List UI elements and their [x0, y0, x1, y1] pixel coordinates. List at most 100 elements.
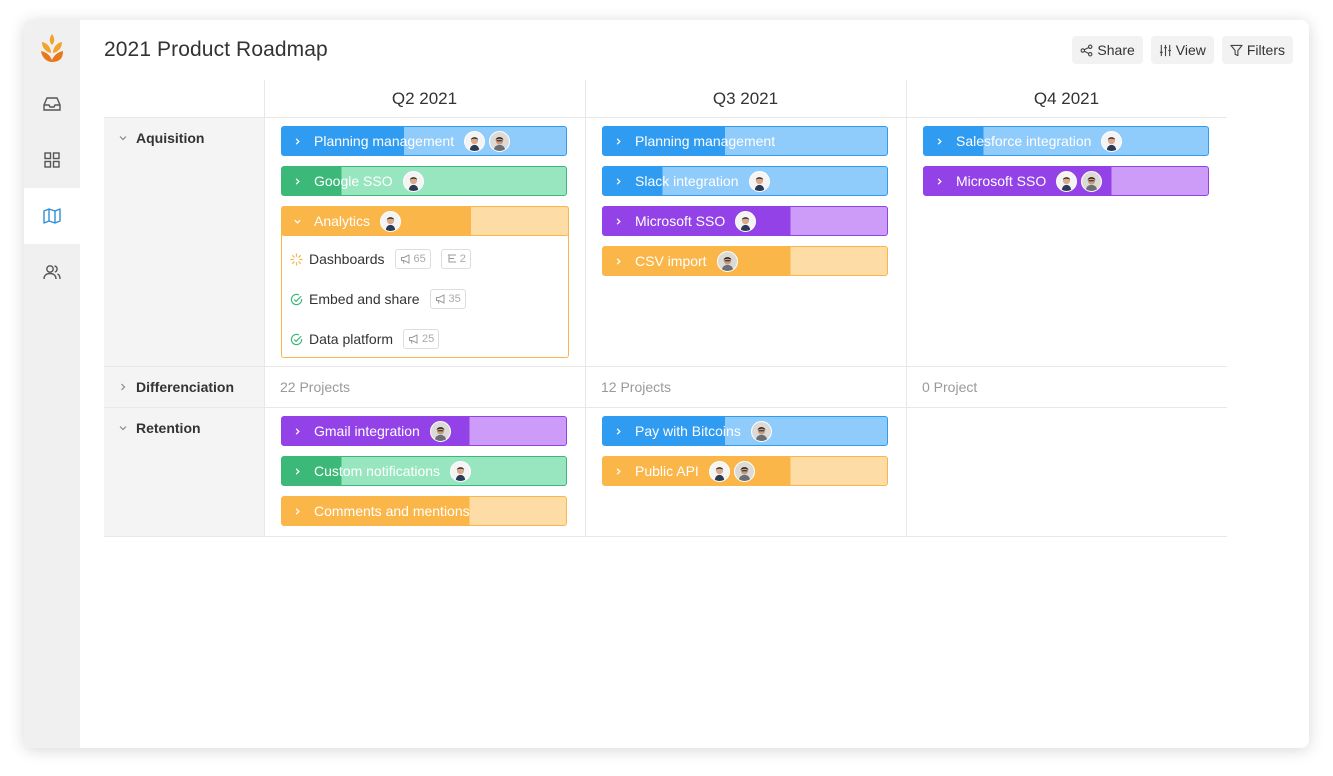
avatar	[464, 130, 486, 152]
check-circle-icon	[290, 333, 303, 345]
in-progress-icon	[290, 252, 303, 266]
subtask-icon	[447, 254, 456, 263]
votes-badge: 25	[403, 329, 440, 349]
card-title: Google SSO	[314, 173, 393, 189]
share-icon	[1080, 44, 1093, 56]
chevron-right-icon	[282, 137, 312, 146]
roadmap-card[interactable]: Public API	[602, 456, 888, 486]
project-count: 0 Project	[922, 379, 978, 395]
card-title: Custom notifications	[314, 463, 441, 479]
avatar	[733, 460, 755, 482]
avatar	[748, 170, 770, 192]
group-label-text: Retention	[136, 420, 201, 436]
filter-icon	[1230, 44, 1243, 56]
list-item[interactable]: Data platform 25	[290, 329, 440, 349]
avatar	[1081, 170, 1103, 192]
card-title: CSV import	[635, 253, 707, 269]
links-count: 2	[459, 253, 466, 265]
roadmap-card[interactable]: Custom notifications	[281, 456, 567, 486]
chevron-down-icon	[119, 426, 127, 431]
list-item[interactable]: Embed and share 35	[290, 289, 466, 309]
group-label-text: Differenciation	[136, 379, 235, 395]
votes-badge: 35	[429, 289, 466, 309]
roadmap-card[interactable]: Analytics	[281, 206, 569, 236]
chevron-down-icon	[282, 217, 312, 226]
avatar	[750, 420, 772, 442]
votes-count: 65	[413, 253, 426, 265]
group-aquisition[interactable]: Aquisition	[118, 130, 204, 146]
roadmap-card[interactable]: Microsoft SSO	[602, 206, 888, 236]
app-window: 2021 Product Roadmap Share View Filters …	[24, 20, 1309, 748]
avatar	[402, 170, 424, 192]
chevron-right-icon	[603, 257, 633, 266]
toolbar: Share View Filters	[1072, 36, 1293, 64]
sliders-icon	[1159, 44, 1171, 56]
map-icon[interactable]	[24, 188, 80, 244]
votes-badge: 65	[394, 249, 431, 269]
chevron-right-icon	[121, 383, 126, 391]
filters-label: Filters	[1246, 42, 1285, 58]
view-button[interactable]: View	[1150, 36, 1214, 64]
roadmap-card[interactable]: Gmail integration	[281, 416, 567, 446]
view-label: View	[1175, 42, 1206, 58]
row-label-column	[104, 118, 264, 536]
divider	[104, 366, 1227, 367]
column-header-q4: Q4 2021	[1033, 89, 1100, 108]
avatar	[380, 210, 402, 232]
card-title: Pay with Bitcoins	[635, 423, 741, 439]
links-badge: 2	[440, 249, 471, 269]
card-title: Salesforce integration	[956, 133, 1092, 149]
chevron-right-icon	[603, 137, 633, 146]
roadmap-card[interactable]: Planning management	[602, 126, 888, 156]
chevron-right-icon	[924, 177, 954, 186]
check-circle-icon	[290, 293, 303, 305]
chevron-right-icon	[282, 177, 312, 186]
votes-count: 35	[448, 293, 461, 305]
roadmap-card[interactable]: Google SSO	[281, 166, 567, 196]
project-count: 12 Projects	[601, 379, 672, 395]
main-area: 2021 Product Roadmap Share View Filters …	[80, 20, 1309, 748]
avatar	[429, 420, 451, 442]
column-header-q3: Q3 2021	[712, 89, 779, 108]
divider	[104, 117, 1227, 118]
share-button[interactable]: Share	[1072, 36, 1143, 64]
inbox-icon[interactable]	[24, 76, 80, 132]
roadmap-card[interactable]: Microsoft SSO	[923, 166, 1209, 196]
avatar	[1101, 130, 1123, 152]
card-title: Microsoft SSO	[956, 173, 1047, 189]
share-label: Share	[1097, 42, 1135, 58]
avatar	[489, 130, 511, 152]
divider	[906, 80, 907, 536]
roadmap-card[interactable]: Salesforce integration	[923, 126, 1209, 156]
grid-icon[interactable]	[24, 132, 80, 188]
group-retention[interactable]: Retention	[118, 420, 201, 436]
card-title: Gmail integration	[314, 423, 420, 439]
roadmap-card[interactable]: Planning management	[281, 126, 567, 156]
avatar	[708, 460, 730, 482]
avatar	[735, 210, 757, 232]
logo-icon[interactable]	[38, 32, 66, 64]
roadmap-card[interactable]: Slack integration	[602, 166, 888, 196]
avatar	[450, 460, 472, 482]
sidebar	[24, 20, 80, 748]
filters-button[interactable]: Filters	[1221, 36, 1293, 64]
chevron-right-icon	[603, 217, 633, 226]
item-label: Data platform	[309, 331, 394, 347]
card-title: Public API	[635, 463, 699, 479]
chevron-right-icon	[603, 177, 633, 186]
roadmap-card[interactable]: Comments and mentions	[281, 496, 567, 526]
chevron-right-icon	[282, 427, 312, 436]
divider	[104, 407, 1227, 408]
users-icon[interactable]	[24, 244, 80, 300]
divider	[104, 536, 1227, 537]
card-title: Microsoft SSO	[635, 213, 726, 229]
column-header-q2: Q2 2021	[391, 89, 458, 108]
card-title: Comments and mentions	[314, 503, 470, 519]
card-title: Planning management	[314, 133, 455, 149]
list-item[interactable]: Dashboards 65 2	[290, 249, 471, 269]
roadmap-card[interactable]: CSV import	[602, 246, 888, 276]
expanded-card-analytics: Analytics Dashboards 65 2 Embed and shar…	[281, 206, 569, 358]
roadmap-card[interactable]: Pay with Bitcoins	[602, 416, 888, 446]
group-differenciation[interactable]: Differenciation	[118, 379, 234, 395]
avatar	[716, 250, 738, 272]
